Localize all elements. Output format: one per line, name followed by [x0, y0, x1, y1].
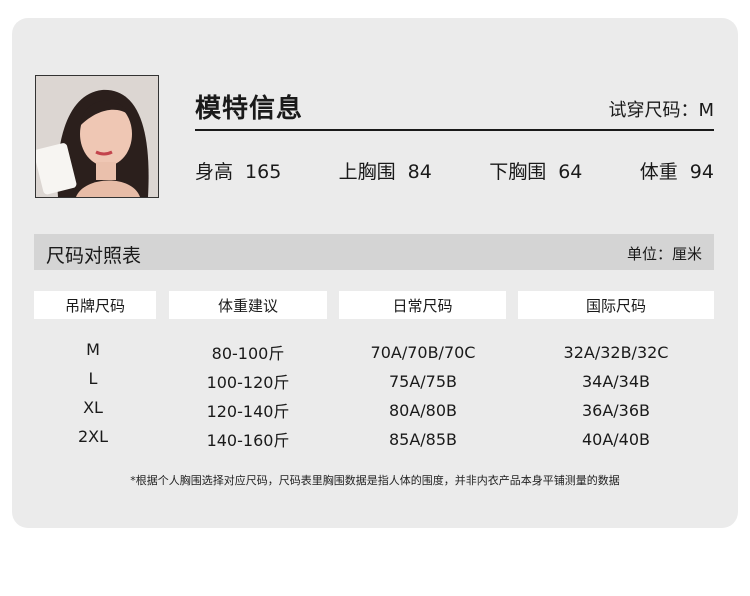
size-table-unit: 单位：厘米	[626, 245, 702, 263]
column-header-intl-size: 国际尺码	[518, 291, 714, 319]
stat-weight: 体重 94	[640, 157, 714, 184]
table-cell: 75A/75B	[388, 372, 458, 391]
size-table-header-band: 尺码对照表 单位：厘米	[34, 234, 714, 270]
model-portrait-image	[36, 76, 158, 197]
table-cell: 36A/36B	[581, 401, 651, 420]
stat-label: 上胸围	[338, 161, 396, 183]
size-table-title: 尺码对照表	[46, 245, 142, 267]
table-cell: 80-100斤	[211, 344, 285, 363]
table-cell: XL	[83, 398, 103, 417]
model-info-title: 模特信息	[195, 94, 304, 124]
try-size-label: 试穿尺码：	[608, 100, 699, 121]
table-cell: 70A/70B/70C	[370, 343, 476, 362]
try-size: 试穿尺码：M	[608, 96, 714, 122]
table-cell: L	[88, 369, 98, 388]
stat-height: 身高 165	[195, 157, 281, 184]
stat-value: 84	[407, 161, 432, 183]
stat-value: 94	[689, 161, 714, 183]
table-cell: 85A/85B	[388, 430, 458, 449]
stat-label: 身高	[195, 161, 234, 183]
stat-value: 165	[245, 161, 282, 183]
table-cell: 80A/80B	[388, 401, 458, 420]
model-photo	[35, 75, 159, 198]
stat-label: 体重	[639, 161, 678, 183]
try-size-value: M	[698, 100, 714, 121]
stat-label: 下胸围	[489, 161, 547, 183]
column-header-tag-size: 吊牌尺码	[34, 291, 156, 319]
table-cell: 100-120斤	[206, 373, 290, 392]
table-cell: 120-140斤	[206, 402, 290, 421]
table-cell: 40A/40B	[581, 430, 651, 449]
table-cell: 34A/34B	[581, 372, 651, 391]
column-header-daily-size: 日常尺码	[339, 291, 506, 319]
model-stats: 身高 165 上胸围 84 下胸围 64 体重 94	[195, 157, 714, 184]
size-table-footnote: *根据个人胸围选择对应尺码，尺码表里胸围数据是指人体的围度，并非内衣产品本身平铺…	[130, 474, 620, 487]
stat-upper-bust: 上胸围 84	[339, 157, 432, 184]
stat-value: 64	[558, 161, 583, 183]
stat-under-bust: 下胸围 64	[489, 157, 582, 184]
column-header-weight: 体重建议	[169, 291, 327, 319]
size-info-card: 模特信息 试穿尺码：M 身高 165 上胸围 84 下胸围 64 体重 94 尺码对照表…	[12, 18, 738, 528]
title-divider	[195, 129, 714, 131]
table-cell: 140-160斤	[206, 431, 290, 450]
table-cell: 32A/32B/32C	[563, 343, 669, 362]
table-cell: M	[86, 340, 100, 359]
table-cell: 2XL	[77, 427, 109, 446]
